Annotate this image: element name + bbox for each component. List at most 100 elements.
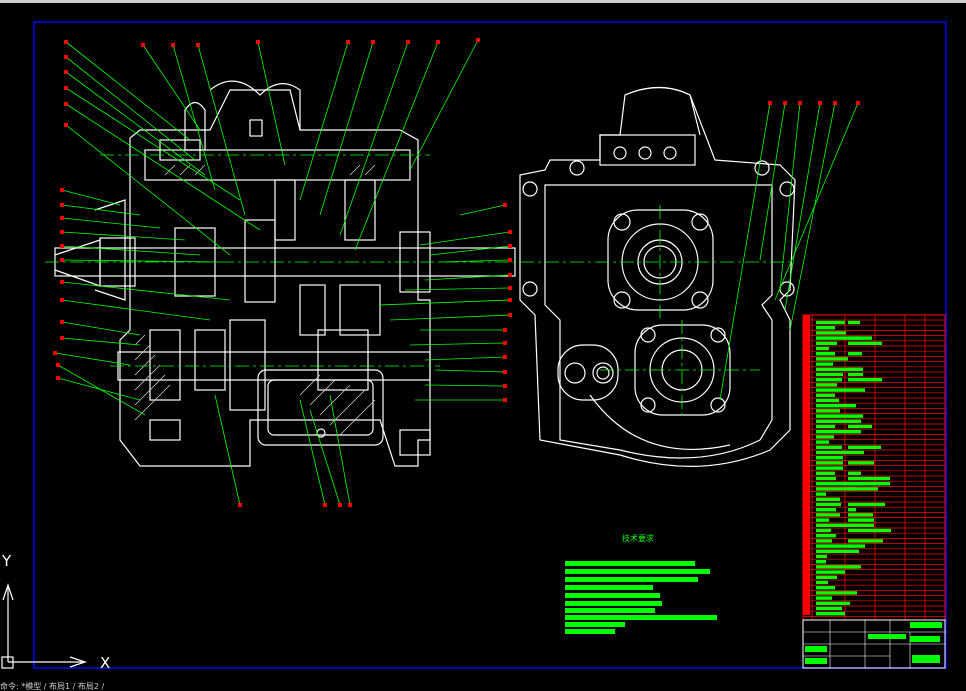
table-cell-text — [816, 596, 832, 600]
leader-line — [61, 281, 231, 301]
leader-line — [339, 41, 409, 236]
table-cell-text — [848, 508, 856, 512]
table-cell-text — [848, 430, 861, 434]
title-block — [802, 619, 946, 669]
part-balloon-marker — [64, 70, 68, 74]
table-cell-text — [816, 326, 835, 330]
leader-line — [299, 41, 349, 201]
leader-line — [172, 44, 216, 191]
leader-line — [142, 44, 201, 131]
ucs-y-label: Y — [2, 552, 12, 570]
leader-line — [61, 217, 161, 229]
part-balloon-marker — [503, 328, 507, 332]
leader-line — [389, 314, 511, 321]
leader-line — [354, 41, 439, 251]
part-balloon-marker — [256, 40, 260, 44]
table-cell-text — [816, 586, 835, 590]
leader-line — [459, 204, 506, 216]
part-balloon-marker — [64, 55, 68, 59]
part-balloon-marker — [60, 336, 64, 340]
leader-line — [404, 287, 511, 291]
table-cell-text — [816, 414, 863, 418]
ucs-icon — [1, 583, 87, 669]
leader-line — [424, 356, 506, 361]
table-cell-text — [848, 502, 885, 507]
table-cell-text — [816, 502, 841, 507]
leader-line — [61, 245, 201, 256]
table-cell-text — [816, 419, 861, 423]
part-balloon-marker — [503, 370, 507, 374]
table-cell-text — [816, 570, 845, 574]
table-cell-text — [816, 471, 835, 475]
table-cell-text — [816, 466, 843, 470]
table-cell-text — [816, 341, 837, 345]
part-balloon-marker — [798, 101, 802, 105]
table-cell-text — [816, 492, 826, 496]
table-cell-text — [848, 487, 878, 491]
cad-drawing-canvas[interactable] — [0, 0, 966, 691]
table-cell-text — [848, 476, 890, 481]
table-cell-text — [816, 404, 856, 408]
table-cell-text — [816, 362, 833, 366]
table-cell-text — [816, 352, 835, 356]
layout-tabs-status[interactable]: 命令: *模型 / 布局1 / 布局2 / — [0, 682, 966, 691]
part-balloon-marker — [60, 203, 64, 207]
leader-line — [61, 204, 141, 216]
part-balloon-marker — [508, 298, 512, 302]
table-cell-text — [848, 523, 874, 527]
part-balloon-marker — [60, 188, 64, 192]
table-cell-text — [816, 518, 829, 522]
table-cell-text — [848, 320, 860, 325]
table-cell-text — [848, 336, 872, 340]
part-balloon-marker — [56, 363, 60, 367]
part-balloon-marker — [783, 101, 787, 105]
leader-line — [65, 71, 206, 176]
table-cell-text — [816, 575, 837, 579]
tech-requirements-block — [565, 561, 717, 634]
part-balloon-marker — [508, 230, 512, 234]
table-cell-text — [816, 435, 834, 439]
leader-line — [61, 337, 141, 346]
leader-line — [424, 384, 506, 387]
table-cell-text — [848, 528, 891, 533]
table-cell-text — [848, 461, 874, 465]
table-cell-text — [816, 513, 840, 517]
end-view-gearbox — [519, 86, 796, 467]
window-top-strip — [0, 0, 966, 3]
table-cell-text — [816, 528, 831, 533]
part-balloon-marker — [141, 43, 145, 47]
leader-line — [379, 299, 511, 306]
part-balloon-marker — [60, 280, 64, 284]
part-balloon-marker — [406, 40, 410, 44]
leader-line — [329, 394, 351, 506]
table-cell-text — [816, 450, 864, 455]
leader-line — [299, 399, 326, 506]
part-balloon-marker — [818, 101, 822, 105]
table-cell-text — [816, 560, 826, 564]
part-balloon-marker — [64, 123, 68, 127]
table-cell-text — [816, 409, 840, 413]
table-cell-text — [816, 554, 827, 559]
table-cell-text — [848, 341, 882, 345]
table-cell-text — [816, 612, 845, 616]
table-cell-text — [816, 378, 842, 382]
table-cell-text — [816, 534, 836, 538]
part-balloon-marker — [60, 230, 64, 234]
part-balloon-marker — [436, 40, 440, 44]
part-balloon-marker — [371, 40, 375, 44]
table-cell-text — [848, 352, 862, 356]
table-cell-text — [816, 372, 843, 377]
part-balloons — [53, 38, 860, 507]
leader-line — [65, 87, 241, 201]
table-cell-text — [816, 549, 859, 553]
table-cell-text — [848, 372, 863, 377]
part-balloon-marker — [503, 398, 507, 402]
table-cell-text — [816, 591, 857, 595]
part-balloon-marker — [60, 298, 64, 302]
part-balloon-marker — [503, 203, 507, 207]
leader-line — [61, 299, 211, 321]
table-cell-text — [816, 539, 832, 543]
leader-line — [429, 245, 511, 256]
table-cell-text — [816, 580, 828, 585]
table-cell-text — [848, 378, 882, 382]
